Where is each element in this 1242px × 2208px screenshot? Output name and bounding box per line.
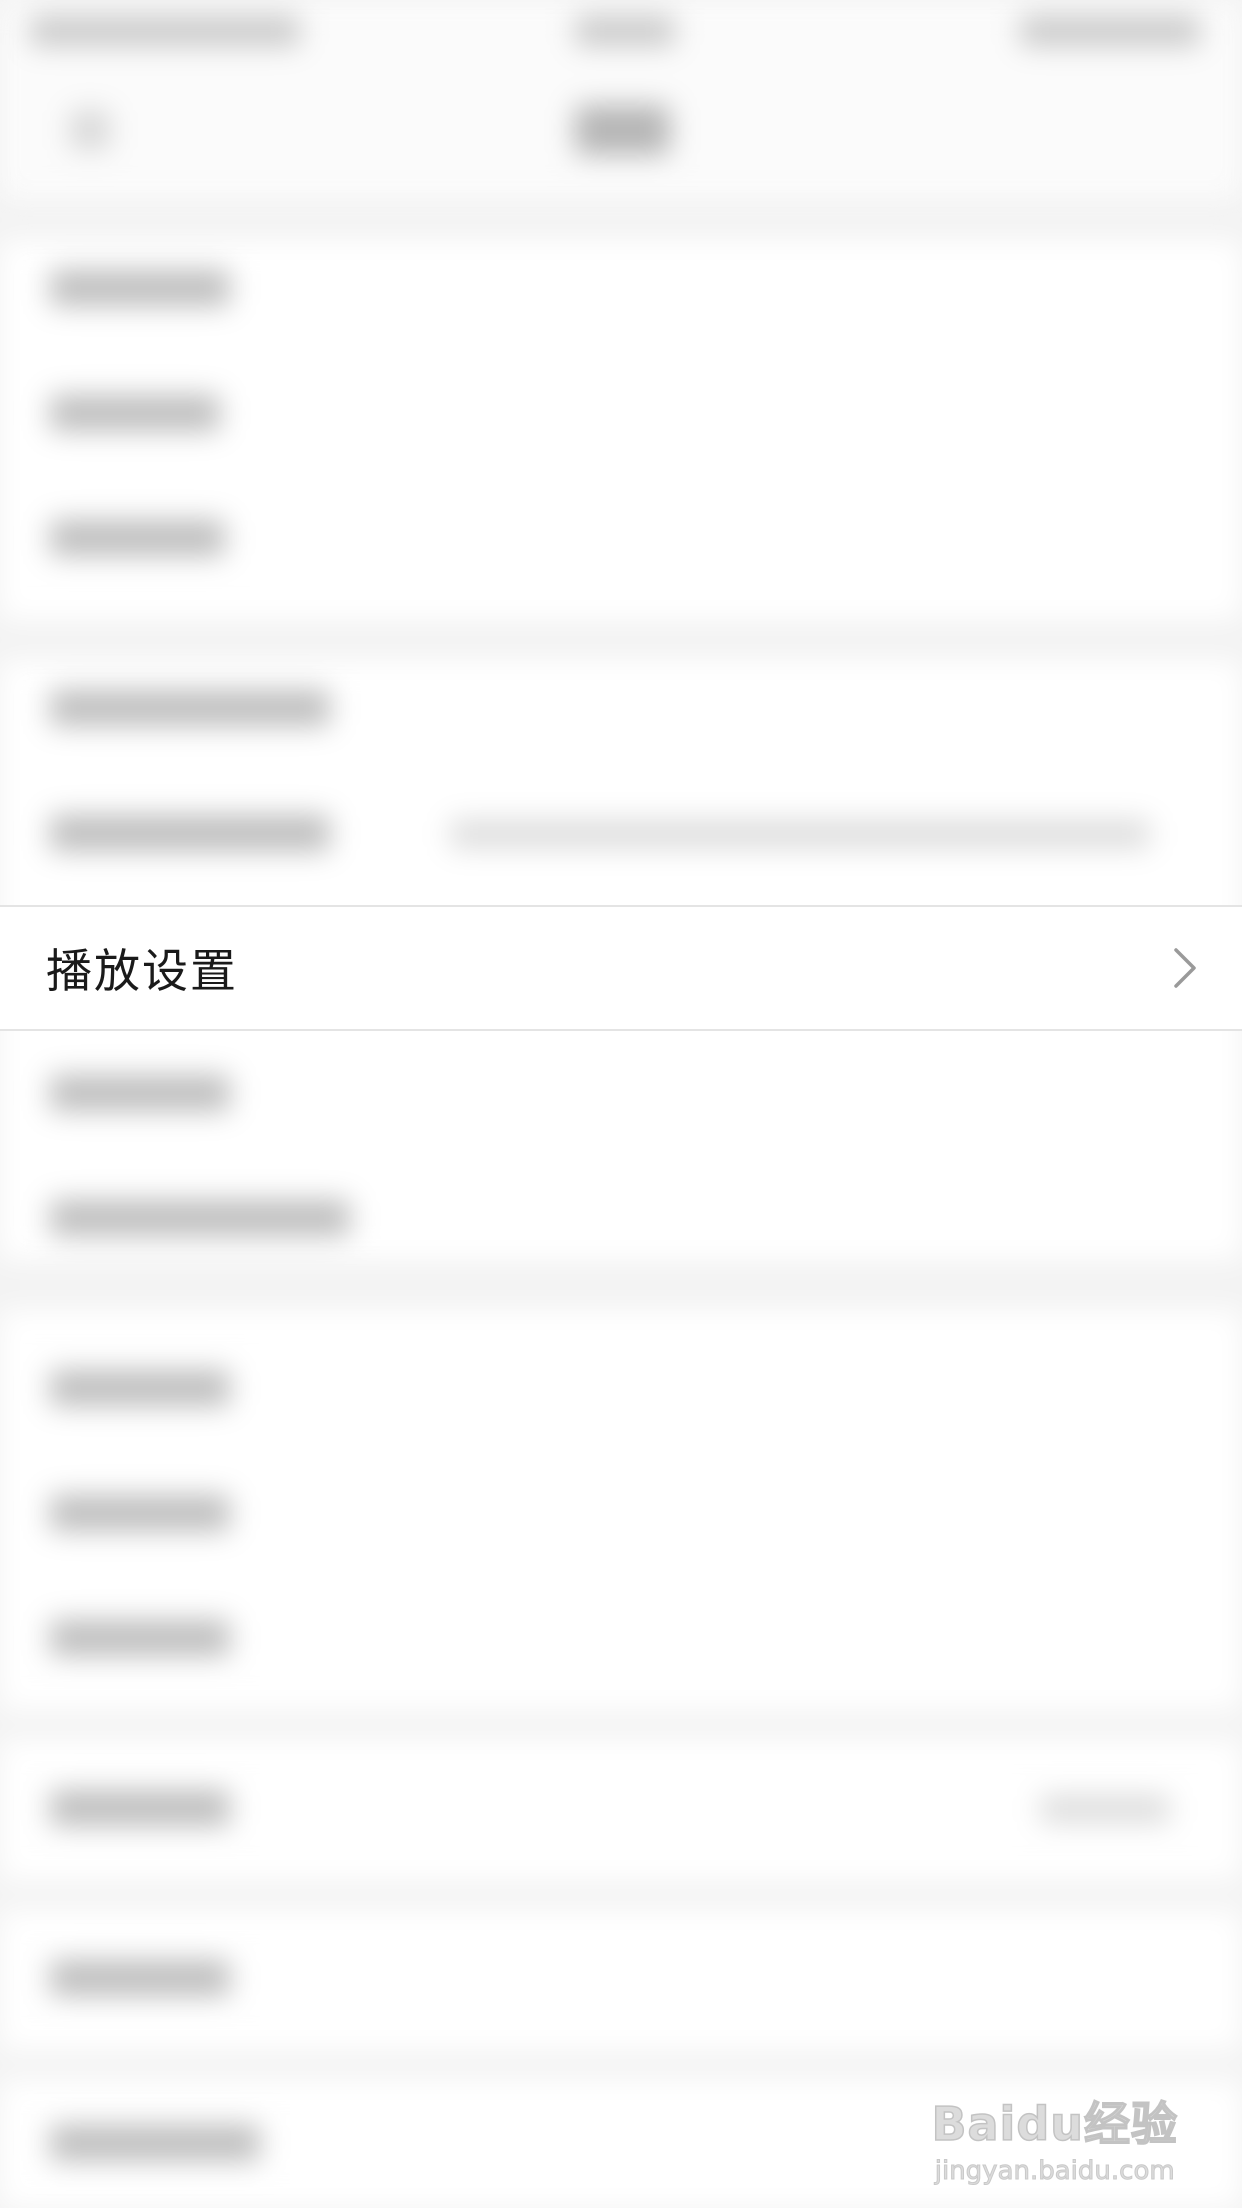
blurred-background xyxy=(0,0,1242,2208)
navigation-bar xyxy=(0,70,1242,200)
watermark-logo: Baidu经验 xyxy=(931,2096,1178,2152)
baidu-jingyan-watermark: Baidu经验 jingyan.baidu.com xyxy=(931,2088,1178,2186)
settings-group-4 xyxy=(0,1740,1242,1880)
status-bar xyxy=(0,0,1242,70)
playback-settings-label: 播放设置 xyxy=(46,944,238,998)
chevron-right-icon xyxy=(1174,948,1196,988)
playback-settings-row[interactable]: 播放设置 xyxy=(0,905,1242,1031)
settings-group-1 xyxy=(0,240,1242,620)
settings-group-3 xyxy=(0,1310,1242,1710)
watermark-url: jingyan.baidu.com xyxy=(934,2156,1175,2187)
settings-screen: 播放设置 Baidu经验 jingyan.baidu.com xyxy=(0,0,1242,2208)
settings-group-5 xyxy=(0,1910,1242,2050)
